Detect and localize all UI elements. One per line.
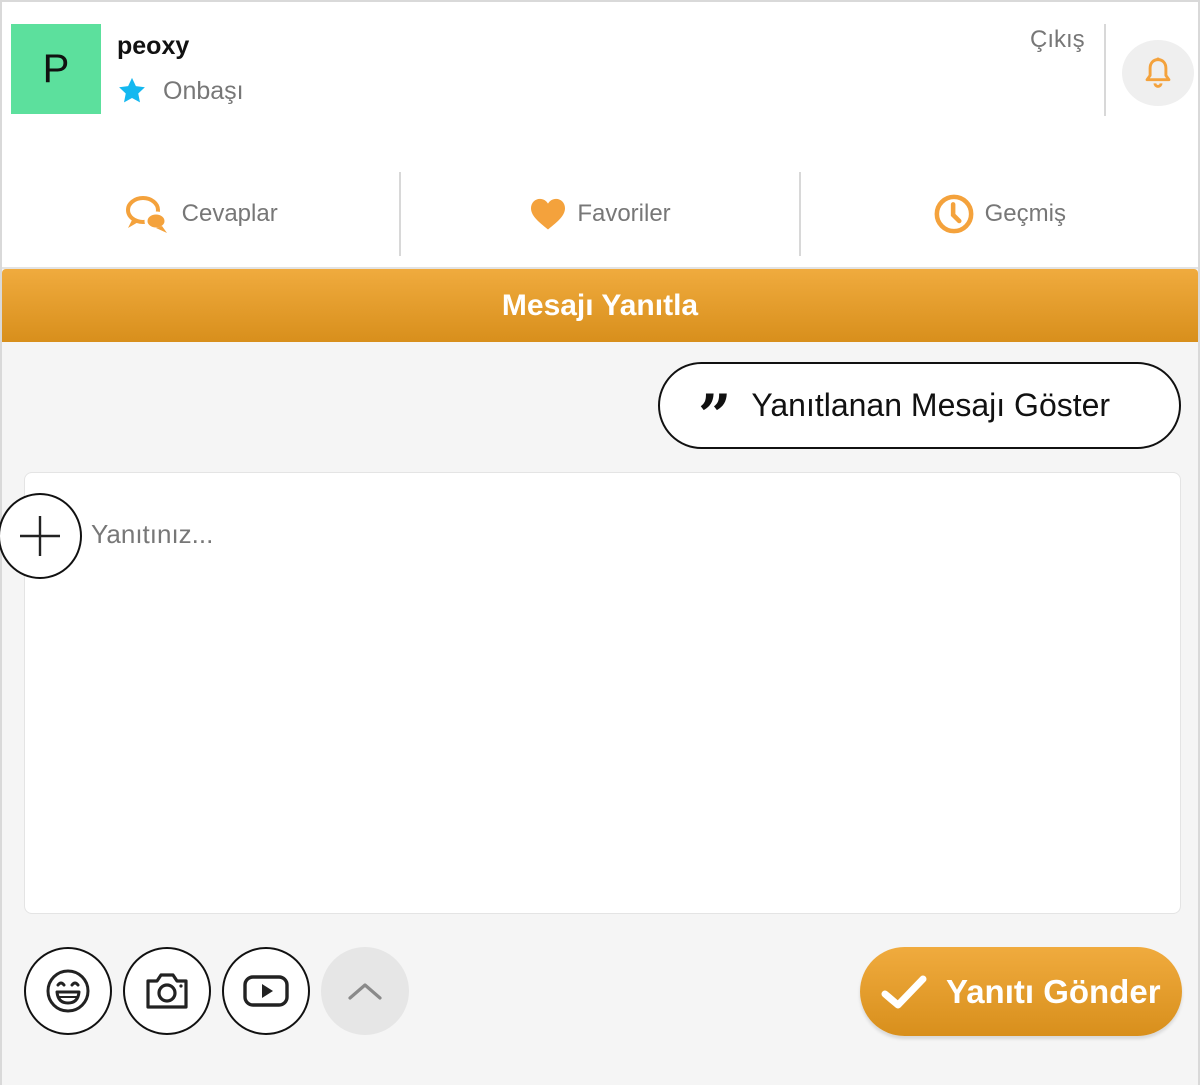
- notifications-button[interactable]: [1122, 40, 1194, 106]
- clock-icon: [934, 194, 974, 234]
- reply-title: Mesajı Yanıtla: [2, 269, 1198, 342]
- show-quoted-message-button[interactable]: ” Yanıtlanan Mesajı Göster: [658, 362, 1181, 449]
- tab-favoriler[interactable]: Favoriler: [401, 172, 798, 256]
- chat-bubbles-icon: [125, 196, 168, 233]
- profile-header: P peoxy Onbaşı Çıkış: [2, 2, 1198, 162]
- divider: [1104, 24, 1106, 116]
- add-content-button[interactable]: [0, 493, 82, 579]
- reply-panel: Mesajı Yanıtla ” Yanıtlanan Mesajı Göste…: [0, 267, 1198, 1085]
- heart-icon: [531, 198, 566, 230]
- tab-label: Geçmiş: [984, 200, 1066, 227]
- plus-icon: [20, 516, 60, 556]
- send-reply-label: Yanıtı Gönder: [946, 972, 1161, 1010]
- star-icon: [119, 77, 145, 103]
- user-rank: Onbaşı: [117, 76, 244, 106]
- camera-button[interactable]: [123, 947, 211, 1035]
- reply-placeholder: Yanıtınız...: [91, 519, 214, 549]
- tab-label: Cevaplar: [181, 200, 278, 227]
- youtube-icon: [243, 975, 289, 1007]
- tab-label: Favoriler: [577, 200, 671, 227]
- scroll-up-button[interactable]: [321, 947, 409, 1035]
- bell-icon: [1145, 57, 1171, 88]
- youtube-button[interactable]: [222, 947, 310, 1035]
- send-reply-button[interactable]: Yanıtı Gönder: [860, 947, 1182, 1036]
- username[interactable]: peoxy: [117, 32, 189, 61]
- show-quote-label: Yanıtlanan Mesajı Göster: [751, 387, 1111, 423]
- chevron-up-icon: [348, 983, 382, 1000]
- tab-cevaplar[interactable]: Cevaplar: [2, 172, 399, 256]
- camera-icon: [146, 973, 188, 1009]
- rank-label: Onbaşı: [163, 76, 244, 105]
- avatar[interactable]: P: [11, 24, 101, 114]
- emoji-button[interactable]: [24, 947, 112, 1035]
- nav-tabs: Cevaplar Favoriler Geçmiş: [2, 172, 1198, 256]
- quote-icon: ”: [698, 381, 732, 450]
- emoji-icon: [46, 969, 90, 1013]
- tab-gecmis[interactable]: Geçmiş: [801, 172, 1198, 256]
- checkmark-icon: [881, 975, 927, 1008]
- logout-link[interactable]: Çıkış: [1030, 26, 1085, 54]
